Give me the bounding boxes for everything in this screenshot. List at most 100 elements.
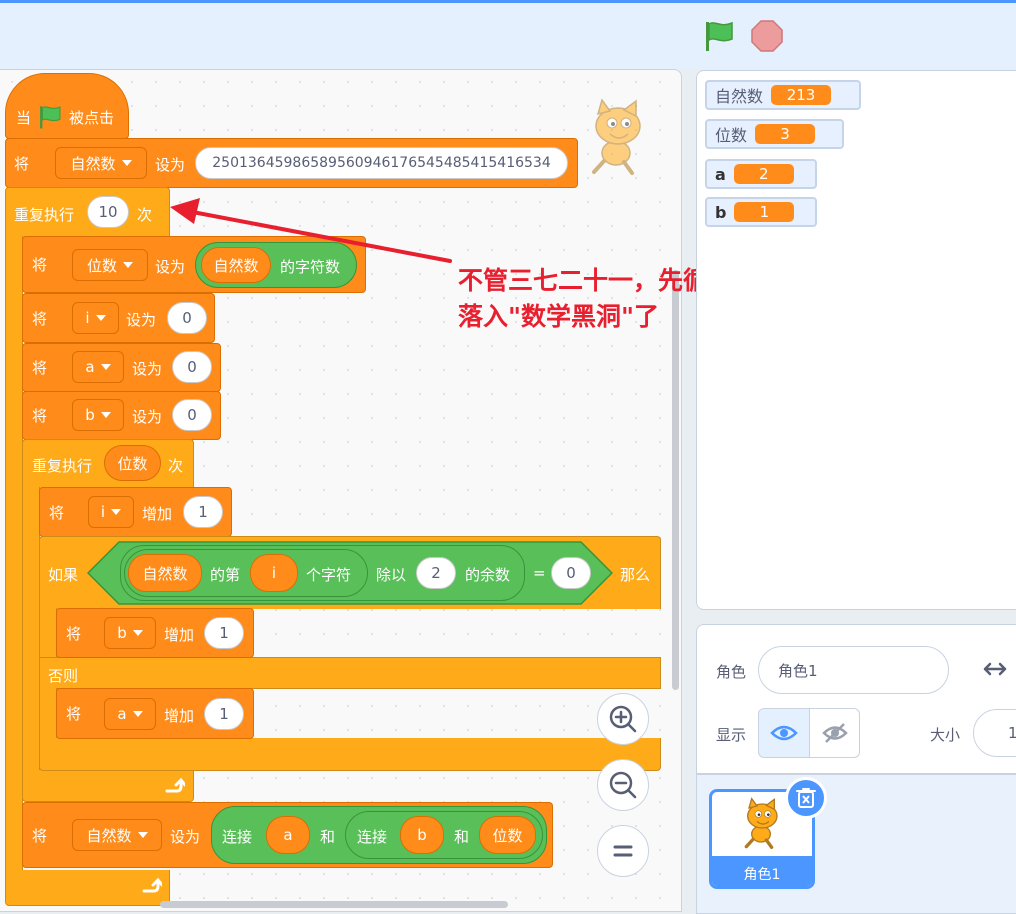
set-to-label: 设为 <box>132 408 163 426</box>
when-flag-clicked-block[interactable]: 当 被点击 <box>5 73 129 139</box>
delete-sprite-button[interactable] <box>785 777 827 819</box>
chevron-down-icon <box>137 832 148 838</box>
set-verb: 将 <box>32 826 48 845</box>
show-button[interactable] <box>758 708 810 758</box>
green-flag-icon[interactable] <box>703 19 735 53</box>
times-label: 次 <box>137 206 153 224</box>
chevron-down-icon <box>121 160 132 166</box>
value-input[interactable]: 1 <box>204 698 244 730</box>
value-input[interactable]: 0 <box>172 351 212 383</box>
a-reporter[interactable]: a <box>266 816 310 854</box>
change-by-label: 增加 <box>142 505 173 523</box>
set-to-label: 设为 <box>170 828 201 846</box>
variable-dropdown[interactable]: 位数 <box>72 249 148 281</box>
variable-name: i <box>85 309 90 327</box>
value-input[interactable]: 0 <box>172 399 212 431</box>
else-bar <box>39 657 661 689</box>
hide-button[interactable] <box>809 708 860 758</box>
monitor-b[interactable]: b 1 <box>705 197 817 227</box>
set-to-label: 设为 <box>155 156 186 174</box>
repeat-outer-arm <box>5 236 23 874</box>
monitor-label: 自然数 <box>715 87 764 106</box>
variable-dropdown[interactable]: i <box>72 302 119 334</box>
digits-reporter[interactable]: 位数 <box>479 816 536 854</box>
value-input[interactable]: 25013645986589560946176545485415416534 <box>195 147 568 179</box>
set-to-label: 设为 <box>126 311 157 329</box>
letter-of-label: 的第 <box>210 566 241 584</box>
equals-icon <box>613 845 633 857</box>
monitor-label: b <box>715 202 727 222</box>
else-arm <box>39 688 57 740</box>
else-label: 否则 <box>48 667 79 685</box>
cat-sprite-watermark-icon <box>592 98 641 175</box>
variable-name: 自然数 <box>70 154 116 173</box>
natural-number-reporter[interactable]: 自然数 <box>128 554 202 592</box>
stop-icon[interactable] <box>750 19 784 53</box>
compare-input[interactable]: 0 <box>551 557 591 589</box>
cat-sprite-icon <box>744 797 778 849</box>
change-by-label: 增加 <box>164 707 195 725</box>
digits-reporter[interactable]: 位数 <box>104 445 161 481</box>
monitor-value: 2 <box>733 164 794 184</box>
monitor-natural-number[interactable]: 自然数 213 <box>705 80 861 110</box>
b-reporter[interactable]: b <box>400 816 444 854</box>
variable-dropdown[interactable]: 自然数 <box>55 147 147 179</box>
and-label: 和 <box>320 828 336 846</box>
variable-dropdown[interactable]: a <box>104 698 156 730</box>
loop-arrow-icon <box>165 777 185 793</box>
set-verb: 将 <box>32 359 48 377</box>
variable-dropdown[interactable]: 自然数 <box>72 819 162 851</box>
set-verb: 将 <box>32 407 48 425</box>
set-verb: 将 <box>14 154 30 173</box>
repeat-count-input[interactable]: 10 <box>87 196 129 228</box>
monitor-value: 1 <box>734 202 795 222</box>
repeat-inner-arm <box>22 487 40 772</box>
change-verb: 将 <box>66 705 82 723</box>
monitor-value: 213 <box>771 85 832 105</box>
monitor-label: a <box>715 164 726 184</box>
sprite-name-input[interactable]: 角色1 <box>758 646 949 694</box>
repeat-label: 重复执行 <box>32 457 93 475</box>
i-reporter[interactable]: i <box>250 554 298 592</box>
size-label: 大小 <box>930 726 961 744</box>
monitor-value: 3 <box>755 124 816 144</box>
sprite-label: 角色 <box>716 663 747 681</box>
size-input[interactable]: 1 <box>973 709 1016 757</box>
value-input[interactable]: 0 <box>167 302 207 334</box>
zoom-reset-button[interactable] <box>597 825 649 877</box>
variable-dropdown[interactable]: b <box>72 399 124 431</box>
sprite-info-panel: 角色 角色1 显示 大小 1 <box>696 624 1016 774</box>
zoom-in-button[interactable] <box>597 693 649 745</box>
character-label: 个字符 <box>306 566 352 584</box>
set-to-label: 设为 <box>132 360 163 378</box>
value-input[interactable]: 1 <box>204 617 244 649</box>
zoom-out-button[interactable] <box>597 759 649 811</box>
annotation-line-2: 落入"数学黑洞"了 <box>458 302 660 331</box>
variable-name: 位数 <box>86 256 117 275</box>
divisor-input[interactable]: 2 <box>416 557 456 589</box>
change-verb: 将 <box>66 624 82 643</box>
variable-dropdown[interactable]: a <box>72 351 124 383</box>
chevron-down-icon <box>132 711 143 717</box>
join-label: 连接 <box>357 828 388 846</box>
chevron-down-icon <box>100 364 111 370</box>
horizontal-arrows-icon <box>983 662 1007 676</box>
eye-slash-icon <box>822 723 848 743</box>
sprite-list-panel: 角色1 <box>696 774 1016 914</box>
variable-dropdown[interactable]: b <box>104 617 156 649</box>
chevron-down-icon <box>132 630 143 636</box>
monitor-a[interactable]: a 2 <box>705 159 817 189</box>
annotation-arrow-icon <box>170 198 452 263</box>
sprite-thumbnail-name: 角色1 <box>712 856 812 886</box>
variable-name: 自然数 <box>86 826 132 845</box>
variable-dropdown[interactable]: i <box>88 496 134 528</box>
variable-name: b <box>85 406 95 424</box>
loop-arrow-icon <box>142 877 162 893</box>
stage[interactable]: 自然数 213 位数 3 a 2 b 1 <box>696 70 1016 610</box>
chevron-down-icon <box>100 412 111 418</box>
variable-name: b <box>117 624 127 642</box>
monitor-digits[interactable]: 位数 3 <box>705 119 844 149</box>
horizontal-scrollbar[interactable] <box>160 901 508 908</box>
value-input[interactable]: 1 <box>183 496 223 528</box>
vertical-scrollbar[interactable] <box>672 270 679 690</box>
